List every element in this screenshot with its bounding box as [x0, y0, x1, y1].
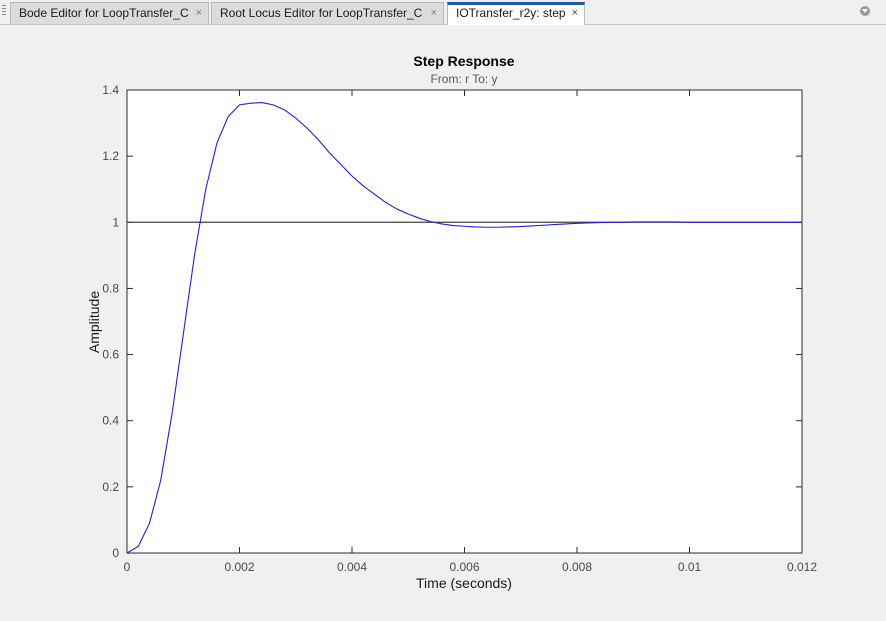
close-icon[interactable]: ×: [431, 3, 437, 24]
y-axis-label: Amplitude: [86, 291, 102, 353]
y-tick-label: 0.4: [102, 414, 119, 428]
step-response-chart[interactable]: Step Response From: r To: y 0 0.002 0.004 0…: [0, 25, 886, 616]
axes-box[interactable]: [126, 89, 803, 554]
x-tick-label: 0: [124, 560, 131, 574]
x-tick-label: 0.012: [787, 560, 817, 574]
y-tick-label: 1: [112, 215, 119, 229]
close-icon[interactable]: ×: [196, 3, 202, 24]
tab-menu-dropdown-icon[interactable]: [860, 6, 870, 16]
chart-subtitle: From: r To: y: [430, 72, 497, 86]
tab-label: Root Locus Editor for LoopTransfer_C: [220, 6, 423, 20]
figure-panel: Step Response From: r To: y 0 0.002 0.004 0…: [0, 25, 886, 616]
tab-iotransfer-step[interactable]: IOTransfer_r2y: step ×: [447, 2, 585, 25]
y-tick-label: 0.8: [102, 281, 119, 295]
y-tick-label: 0.6: [102, 348, 119, 362]
y-tick-label: 0.2: [102, 480, 119, 494]
x-tick-label: 0.004: [337, 560, 367, 574]
x-axis-label: Time (seconds): [416, 575, 512, 591]
tab-bode-editor[interactable]: Bode Editor for LoopTransfer_C ×: [10, 2, 209, 24]
x-tick-label: 0.01: [678, 560, 702, 574]
x-tick-label: 0.006: [449, 560, 479, 574]
y-tick-label: 1.2: [102, 149, 119, 163]
tab-label: Bode Editor for LoopTransfer_C: [19, 6, 189, 20]
x-tick-label: 0.008: [562, 560, 592, 574]
close-icon[interactable]: ×: [572, 5, 578, 22]
document-tab-bar: Bode Editor for LoopTransfer_C × Root Lo…: [0, 0, 886, 25]
tab-label: IOTransfer_r2y: step: [456, 6, 566, 20]
x-tick-label: 0.002: [224, 560, 254, 574]
tab-root-locus-editor[interactable]: Root Locus Editor for LoopTransfer_C ×: [211, 2, 444, 24]
y-tick-label: 0: [112, 546, 119, 560]
drag-grip-icon[interactable]: [2, 5, 6, 19]
y-tick-label: 1.4: [102, 83, 119, 97]
chart-title: Step Response: [413, 53, 514, 69]
